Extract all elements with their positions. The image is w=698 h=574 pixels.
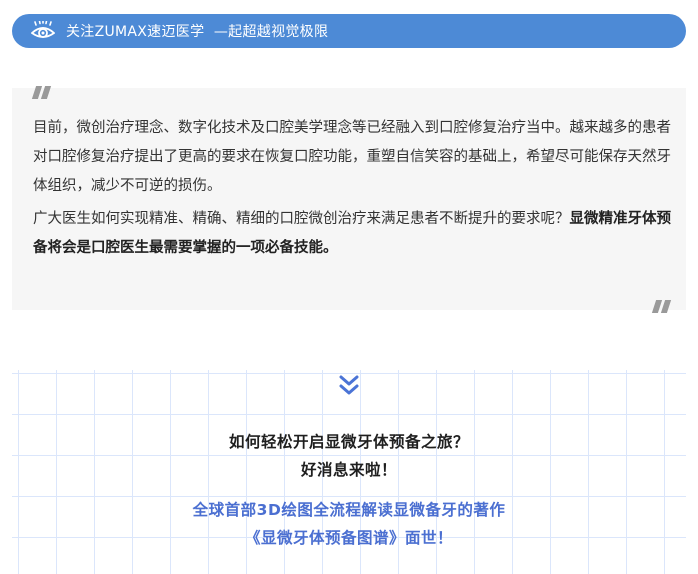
intro-paragraph-2-text: 广大医生如何实现精准、精确、精细的口腔微创治疗来满足患者不断提升的要求呢？ bbox=[33, 211, 570, 227]
promo-grid-section: 如何轻松开启显微牙体预备之旅？ 好消息来啦！ 全球首部3D绘图全流程解读显微备牙… bbox=[12, 370, 686, 574]
eye-icon bbox=[30, 20, 56, 41]
promo-question: 如何轻松开启显微牙体预备之旅？ bbox=[228, 433, 469, 451]
banner-text: 关注ZUMAX速迈医学 —起超越视觉极限 bbox=[66, 24, 329, 40]
double-chevron-down-icon bbox=[338, 374, 360, 398]
follow-banner[interactable]: 关注ZUMAX速迈医学 —起超越视觉极限 bbox=[12, 14, 686, 48]
open-quote-icon bbox=[30, 86, 52, 100]
intro-quote-card: 目前，微创治疗理念、数字化技术及口腔美学理念等已经融入到口腔修复治疗当中。越来越… bbox=[12, 86, 686, 313]
promo-book-title: 《显微牙体预备图谱》面世！ bbox=[244, 529, 453, 547]
promo-good-news: 好消息来啦！ bbox=[300, 461, 397, 479]
intro-paragraph-1: 目前，微创治疗理念、数字化技术及口腔美学理念等已经融入到口腔修复治疗当中。越来越… bbox=[33, 120, 671, 194]
intro-paragraph-2: 广大医生如何实现精准、精确、精细的口腔微创治疗来满足患者不断提升的要求呢？显微精… bbox=[33, 205, 671, 263]
close-quote-icon bbox=[650, 300, 672, 314]
promo-book-description: 全球首部3D绘图全流程解读显微备牙的著作 bbox=[192, 501, 506, 519]
